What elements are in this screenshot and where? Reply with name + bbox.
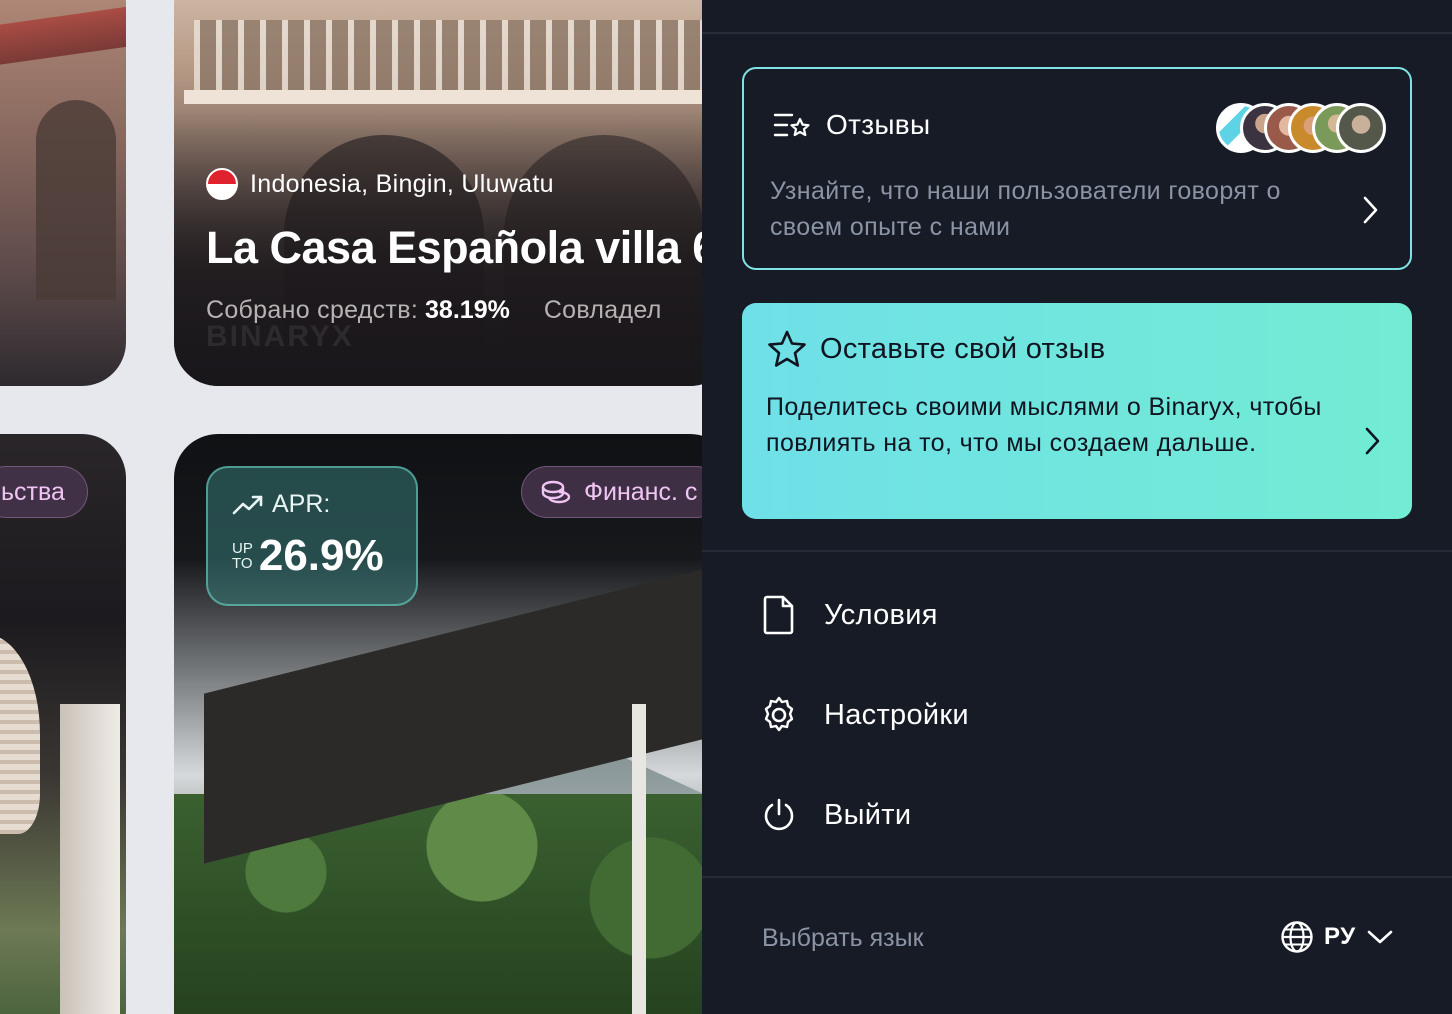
- leave-review-card[interactable]: Оставьте свой отзыв Поделитесь своими мы…: [742, 303, 1412, 519]
- balcony-image-detail: [194, 20, 714, 90]
- listing-location: Indonesia, Bingin, Uluwatu: [206, 168, 554, 200]
- post-image-detail: [632, 704, 646, 1014]
- leave-review-description: Поделитесь своими мыслями о Binaryx, что…: [766, 393, 1322, 457]
- side-menu-panel: Отзывы Узнайте, что наши пользователи го…: [702, 0, 1452, 1014]
- listing-card-left-bottom[interactable]: [0, 434, 126, 1014]
- menu-item-label: Выйти: [824, 798, 912, 831]
- chevron-right-icon: [1363, 196, 1378, 224]
- menu-item-label: Настройки: [824, 698, 969, 731]
- document-icon: [763, 595, 794, 635]
- reviews-list-star-icon: [773, 113, 810, 137]
- apr-badge: APR: UP TO 26.9%: [206, 466, 418, 606]
- power-icon: [764, 798, 794, 831]
- avatar: [1336, 103, 1386, 153]
- menu-item-settings[interactable]: Настройки: [760, 694, 969, 736]
- language-label: Выбрать язык: [762, 924, 924, 952]
- coowners-label: Совладел: [543, 296, 662, 324]
- apr-up-to: UP TO: [232, 540, 253, 572]
- pillar-image-detail: [60, 704, 120, 1014]
- listing-title[interactable]: La Casa Española villa 6: [206, 222, 717, 274]
- roof-image-detail: [0, 6, 126, 74]
- financing-pill-label: Финанс. с: [584, 477, 698, 506]
- category-pill-label: ьства: [1, 477, 65, 506]
- divider: [702, 550, 1452, 552]
- funds-label: Собрано средств:: [206, 296, 419, 324]
- globe-icon: [1281, 921, 1313, 953]
- reviews-title: Отзывы: [826, 109, 931, 140]
- lamp-image-detail: [0, 634, 40, 834]
- menu-item-label: Условия: [824, 598, 938, 631]
- chevron-right-icon: [1365, 427, 1380, 455]
- star-icon: [768, 330, 806, 367]
- gear-icon: [764, 696, 794, 732]
- menu-item-logout[interactable]: Выйти: [760, 794, 911, 836]
- funds-value: 38.19%: [425, 296, 510, 324]
- financing-pill: Финанс. с: [521, 466, 723, 518]
- listing-stats: Собрано средств: 38.19% Совладел: [206, 296, 662, 325]
- reviews-card[interactable]: Отзывы Узнайте, что наши пользователи го…: [742, 67, 1412, 270]
- divider: [702, 876, 1452, 878]
- leave-review-title: Оставьте свой отзыв: [820, 332, 1106, 365]
- watermark-logo: BINARYX: [206, 320, 354, 353]
- listing-card-left-top[interactable]: [0, 0, 126, 386]
- rail-image-detail: [184, 90, 724, 104]
- chevron-down-icon: [1367, 930, 1392, 944]
- reviews-description: Узнайте, что наши пользователи говорят о…: [770, 177, 1281, 241]
- apr-value: 26.9%: [258, 531, 384, 580]
- category-pill: ьства: [0, 466, 88, 518]
- indonesia-flag-icon: [206, 168, 238, 200]
- language-code: РУ: [1324, 923, 1356, 950]
- coins-icon: [541, 480, 571, 504]
- menu-item-terms[interactable]: Условия: [760, 594, 938, 636]
- divider: [702, 32, 1452, 34]
- language-select[interactable]: РУ: [1280, 920, 1394, 954]
- location-text: Indonesia, Bingin, Uluwatu: [250, 169, 554, 198]
- trending-up-icon: [232, 495, 263, 514]
- reviewer-avatars: [1216, 103, 1386, 153]
- apr-label: APR:: [272, 490, 331, 518]
- arch-image-detail: [36, 100, 116, 300]
